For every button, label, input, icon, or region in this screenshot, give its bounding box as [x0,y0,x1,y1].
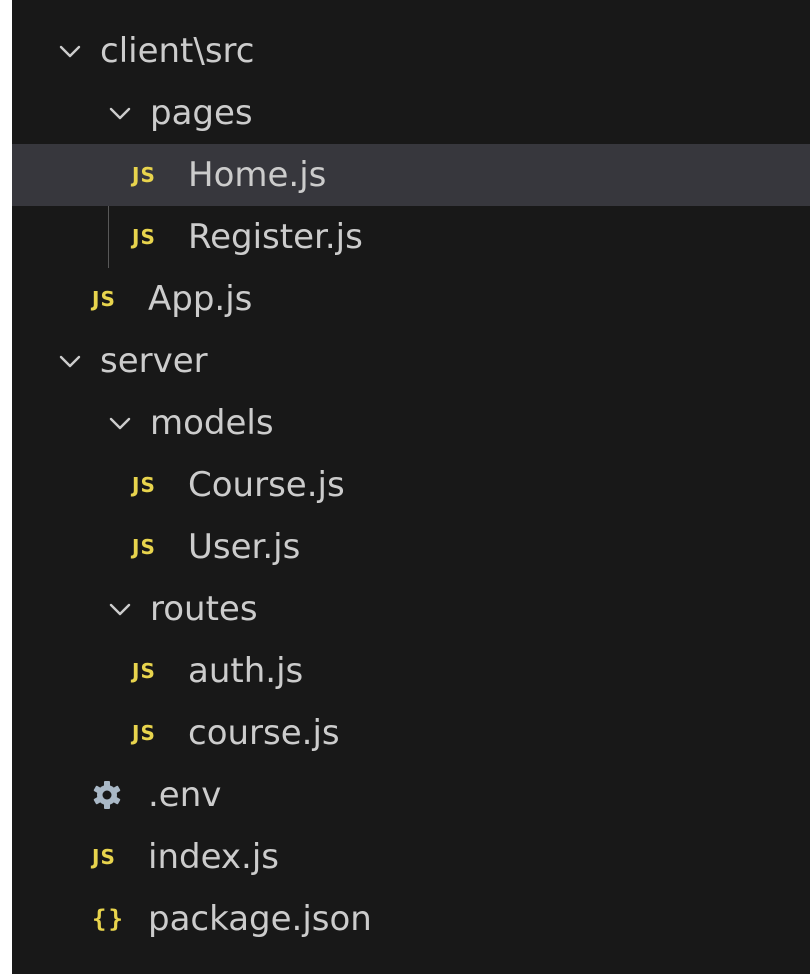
tree-folder-server[interactable]: server [12,330,810,392]
tree-item-label: course.js [188,713,340,753]
tree-item-label: App.js [148,279,253,319]
tree-file-home-js[interactable]: JS Home.js [12,144,810,206]
tree-item-label: Home.js [188,155,327,195]
tree-folder-models[interactable]: models [12,392,810,454]
file-explorer-panel: client\src pages JS Home.js JS Register.… [12,0,810,974]
tree-item-label: Register.js [188,217,363,257]
javascript-file-icon: JS [132,473,156,497]
tree-item-label: index.js [148,837,279,877]
tree-file-register-js[interactable]: JS Register.js [12,206,810,268]
javascript-file-icon: JS [132,659,156,683]
tree-file-package-json[interactable]: {} package.json [12,888,810,950]
json-braces-icon: {} [92,905,125,933]
tree-file-course-model-js[interactable]: JS Course.js [12,454,810,516]
tree-folder-client-src[interactable]: client\src [12,20,810,82]
chevron-down-icon [58,39,82,63]
tree-file-env[interactable]: .env [12,764,810,826]
tree-item-label: pages [150,93,253,133]
tree-item-label: auth.js [188,651,304,691]
chevron-down-icon [58,349,82,373]
gear-icon [92,780,148,810]
tree-folder-routes[interactable]: routes [12,578,810,640]
tree-item-label: .env [148,775,222,815]
chevron-down-icon [108,411,132,435]
tree-item-label: User.js [188,527,301,567]
tree-file-auth-js[interactable]: JS auth.js [12,640,810,702]
chevron-down-icon [108,597,132,621]
tree-item-label: client\src [100,31,255,71]
tree-file-user-js[interactable]: JS User.js [12,516,810,578]
tree-item-label: server [100,341,208,381]
tree-file-app-js[interactable]: JS App.js [12,268,810,330]
tree-file-index-js[interactable]: JS index.js [12,826,810,888]
javascript-file-icon: JS [92,845,116,869]
tree-folder-pages[interactable]: pages [12,82,810,144]
tree-item-label: models [150,403,274,443]
tree-file-course-route-js[interactable]: JS course.js [12,702,810,764]
javascript-file-icon: JS [132,721,156,745]
javascript-file-icon: JS [132,163,156,187]
tree-item-label: routes [150,589,258,629]
tree-item-label: Course.js [188,465,345,505]
tree-item-label: package.json [148,899,372,939]
javascript-file-icon: JS [92,287,116,311]
chevron-down-icon [108,101,132,125]
javascript-file-icon: JS [132,225,156,249]
javascript-file-icon: JS [132,535,156,559]
